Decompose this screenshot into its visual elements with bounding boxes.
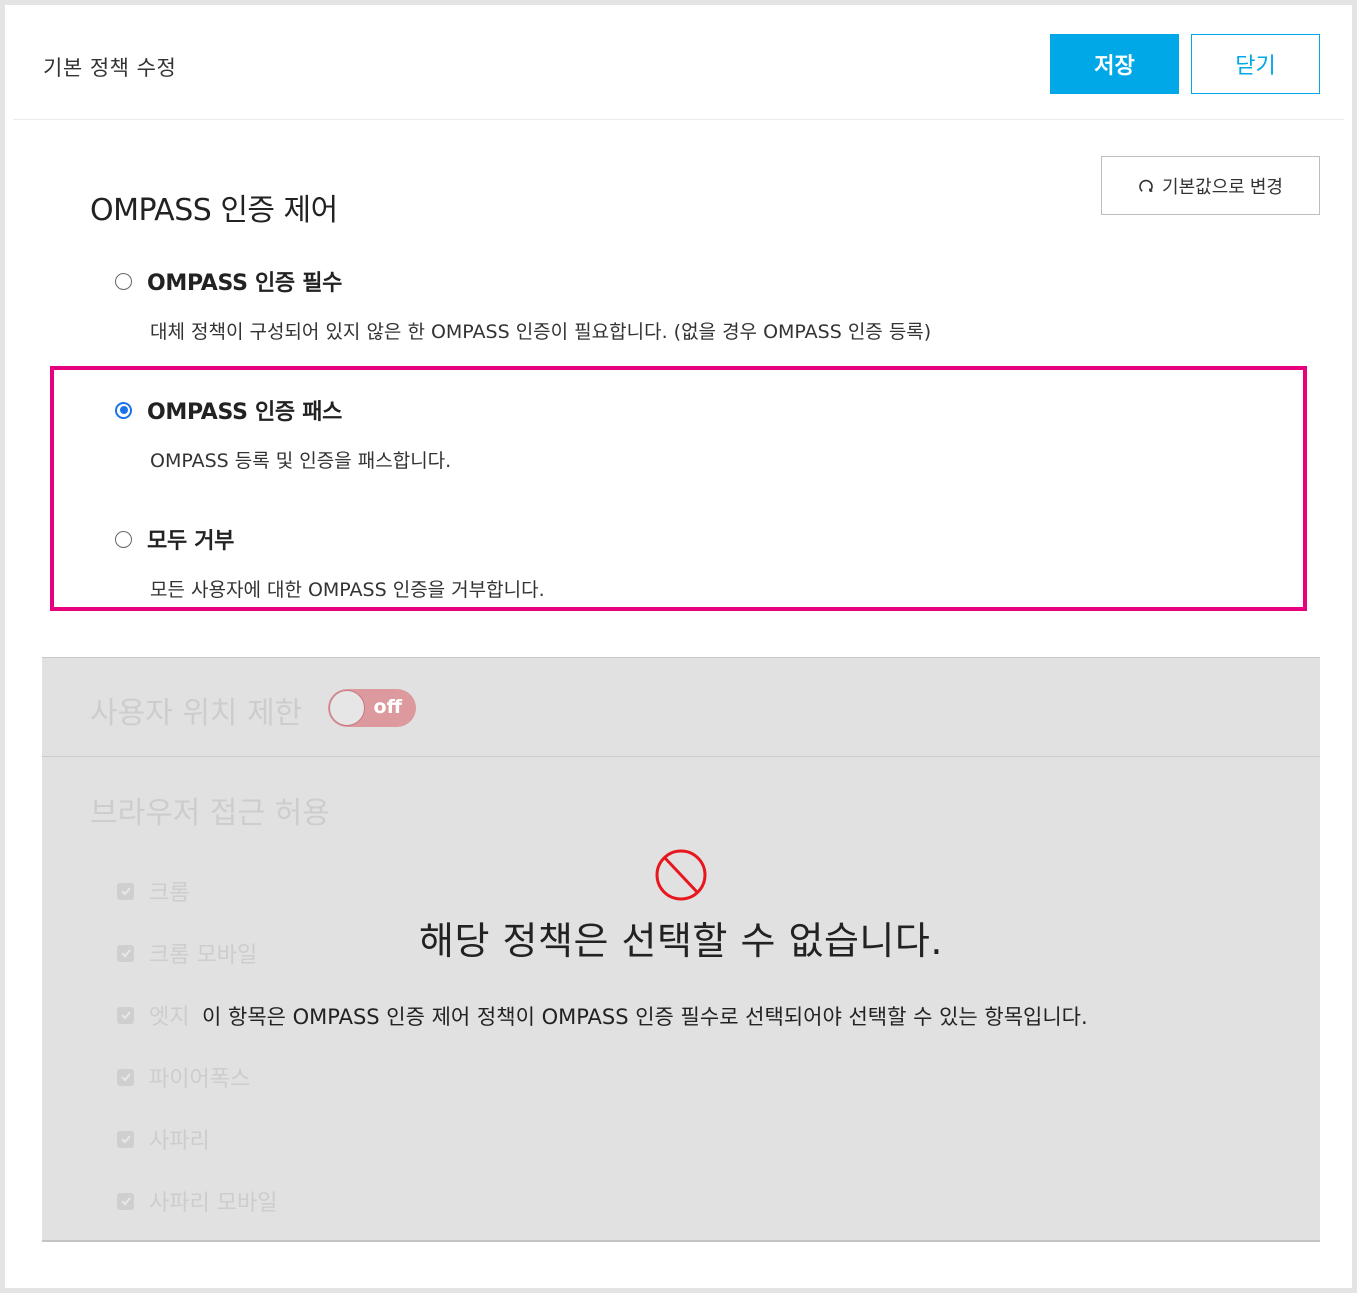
checkbox-firefox[interactable] [117,1068,134,1086]
check-icon [120,1135,131,1144]
checkbox-safari[interactable] [117,1130,134,1148]
disabled-notice-title: 해당 정책은 선택할 수 없습니다. [419,919,943,963]
option-pass: OMPASS 인증 패스 OMPASS 등록 및 인증을 패스합니다. [115,394,451,473]
browser-label: 사파리 모바일 [149,1191,278,1216]
check-icon [120,1011,131,1020]
policy-edit-panel: 기본 정책 수정 저장 닫기 기본값으로 변경 OMPASS 인증 제어 OMP… [5,5,1352,1288]
browser-label: 사파리 [149,1129,210,1154]
location-restriction-title: 사용자 위치 제한 [90,696,303,731]
radio-pass[interactable] [115,401,132,419]
option-required: OMPASS 인증 필수 대체 정책이 구성되어 있지 않은 한 OMPASS … [115,265,931,344]
option-description: OMPASS 등록 및 인증을 패스합니다. [150,450,452,472]
option-deny: 모두 거부 모든 사용자에 대한 OMPASS 인증을 거부합니다. [115,523,545,602]
refresh-icon [1139,179,1153,192]
disabled-notice: 해당 정책은 선택할 수 없습니다. [42,848,1320,965]
reset-label: 기본값으로 변경 [1162,176,1283,197]
browser-item-firefox: 파이어폭스 [117,1046,277,1108]
header: 기본 정책 수정 저장 닫기 [13,5,1344,120]
close-button[interactable]: 닫기 [1191,34,1320,94]
option-label: OMPASS 인증 필수 [147,271,343,296]
disabled-policy-area: 사용자 위치 제한 off 브라우저 접근 허용 크롬 크롬 모바일 엣지 파이… [42,657,1320,1242]
radio-deny[interactable] [115,530,132,548]
browser-access-title: 브라우저 접근 허용 [90,796,330,831]
option-description: 모든 사용자에 대한 OMPASS 인증을 거부합니다. [150,579,545,601]
reset-to-default-button[interactable]: 기본값으로 변경 [1101,156,1320,215]
disabled-notice-description: 이 항목은 OMPASS 인증 제어 정책이 OMPASS 인증 필수로 선택되… [202,1005,1088,1029]
auth-control-title: OMPASS 인증 제어 [90,193,338,228]
browser-label: 엣지 [149,1005,190,1030]
option-label: 모두 거부 [147,529,235,554]
checkbox-edge[interactable] [117,1006,134,1024]
check-icon [120,1073,131,1082]
option-description: 대체 정책이 구성되어 있지 않은 한 OMPASS 인증이 필요합니다. (없… [150,321,932,343]
option-label: OMPASS 인증 패스 [147,400,343,425]
radio-required[interactable] [115,272,132,290]
page-title: 기본 정책 수정 [43,56,177,80]
location-restriction-row: 사용자 위치 제한 off [42,658,1320,757]
browser-item-safari: 사파리 [117,1108,277,1170]
prohibited-icon [655,849,707,901]
checkbox-safari-mobile[interactable] [117,1192,134,1210]
location-restriction-toggle[interactable]: off [328,689,416,727]
browser-label: 파이어폭스 [149,1067,251,1092]
browser-item-safari-mobile: 사파리 모바일 [117,1170,277,1232]
toggle-label: off [373,696,402,718]
toggle-knob [329,690,365,726]
check-icon [120,1197,131,1206]
save-button[interactable]: 저장 [1050,34,1179,94]
